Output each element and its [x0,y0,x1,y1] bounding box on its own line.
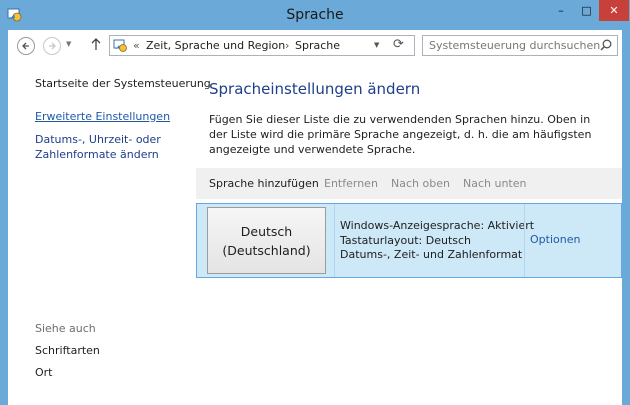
sidebar-link-home[interactable]: Startseite der Systemsteuerung [35,77,211,90]
column-divider [334,204,335,277]
search-box[interactable]: Systemsteuerung durchsuchen [422,35,618,56]
language-list-item[interactable]: Deutsch (Deutschland) Windows-Anzeigespr… [196,203,622,278]
search-input[interactable]: Systemsteuerung durchsuchen [429,39,600,52]
language-name-button[interactable]: Deutsch (Deutschland) [207,207,326,274]
control-panel-icon [113,39,127,52]
arrow-up-icon [91,38,101,50]
up-button[interactable] [90,37,102,55]
sidebar-link-fonts[interactable]: Schriftarten [35,344,100,357]
page-title: Spracheinstellungen ändern [209,80,421,98]
remove-language-button[interactable]: Entfernen [324,177,378,190]
see-also-heading: Siehe auch [35,322,96,335]
recent-pages-dropdown[interactable]: ▼ [66,40,71,48]
title-bar: Sprache – □ ✕ [0,0,630,30]
language-details: Windows-Anzeigesprache: Aktiviert Tastat… [340,219,534,263]
window-content: Startseite der Systemsteuerung Erweitert… [8,62,622,405]
minimize-button[interactable]: – [548,0,574,21]
language-options-link[interactable]: Optionen [530,233,580,246]
sidebar-link-date-time-formats-line2[interactable]: Zahlenformate ändern [35,148,159,161]
close-button[interactable]: ✕ [599,0,629,21]
page-description: Fügen Sie dieser Liste die zu verwendend… [209,113,592,156]
sidebar-link-advanced-settings[interactable]: Erweiterte Einstellungen [35,110,170,123]
language-toolbar: Sprache hinzufügen Entfernen Nach oben N… [196,168,622,199]
address-dropdown[interactable]: ▼ [374,41,379,49]
arrow-right-icon [49,42,56,50]
back-button[interactable] [17,37,35,55]
language-region: (Deutschland) [222,242,311,258]
breadcrumb-time-language-region[interactable]: Zeit, Sprache und Region [146,39,285,52]
address-bar[interactable]: « Zeit, Sprache und Region › Sprache ▼ ⟳ [109,35,415,56]
language-name: Deutsch [240,223,293,239]
keyboard-layout-status: Tastaturlayout: Deutsch [340,233,472,247]
window-title: Sprache [286,7,344,23]
column-divider [524,204,525,277]
breadcrumb-separator[interactable]: › [285,39,289,52]
navigation-bar: ▼ « Zeit, Sprache und Region › Sprache ▼… [8,30,622,62]
add-language-button[interactable]: Sprache hinzufügen [209,177,319,190]
sidebar-link-date-time-formats[interactable]: Datums-, Uhrzeit- oder [35,133,161,146]
search-icon[interactable] [600,39,612,51]
forward-button[interactable] [43,37,61,55]
breadcrumb-overflow[interactable]: « [133,39,140,52]
move-down-button[interactable]: Nach unten [463,177,526,190]
move-up-button[interactable]: Nach oben [391,177,450,190]
refresh-icon[interactable]: ⟳ [393,37,404,52]
breadcrumb-language[interactable]: Sprache [295,39,340,52]
format-status: Datums-, Zeit- und Zahlenformat [340,248,523,261]
arrow-left-icon [22,42,29,50]
maximize-button[interactable]: □ [574,0,599,21]
sidebar-link-location[interactable]: Ort [35,366,53,379]
display-language-status: Windows-Anzeigesprache: Aktiviert [340,219,535,232]
